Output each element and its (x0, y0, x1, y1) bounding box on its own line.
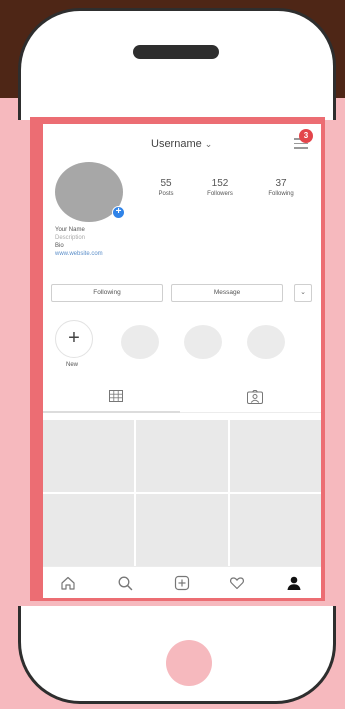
post-thumbnail[interactable] (43, 494, 135, 566)
post-thumbnail[interactable] (229, 494, 321, 566)
post-thumbnail[interactable] (229, 420, 321, 492)
story-highlight[interactable] (184, 325, 222, 359)
following-label: Following (268, 191, 294, 197)
following-button[interactable]: Following (51, 284, 163, 302)
post-thumbnail[interactable] (136, 494, 228, 566)
posts-count: 55 (160, 178, 172, 189)
profile-website-link[interactable]: www.website.com (55, 251, 103, 257)
active-tab-indicator (43, 411, 180, 413)
following-count: 37 (275, 178, 287, 189)
posts-stat[interactable]: 55 Posts (153, 178, 179, 197)
suggestions-dropdown-button[interactable]: ⌄ (294, 284, 312, 302)
tagged-photos-icon[interactable] (247, 390, 263, 404)
grid-icon[interactable] (109, 390, 123, 402)
new-highlight-label: New (66, 362, 79, 368)
profile-bio: Bio (55, 243, 64, 249)
add-story-icon[interactable]: + (112, 206, 125, 219)
username-label: Username (151, 138, 202, 150)
heart-icon[interactable] (229, 575, 245, 591)
profile-icon[interactable] (286, 575, 302, 591)
chevron-down-icon: ⌄ (204, 139, 213, 149)
followers-count: 152 (211, 178, 229, 189)
username-switcher[interactable]: Username ⌄ (151, 138, 212, 150)
profile-screen: Username ⌄ 3 + 55 Posts 152 Followers 37 … (43, 124, 321, 598)
bottom-nav (43, 566, 321, 598)
followers-stat[interactable]: 152 Followers (200, 178, 240, 197)
notification-badge[interactable]: 3 (299, 129, 313, 143)
posts-label: Posts (158, 191, 174, 197)
followers-label: Followers (207, 191, 233, 197)
search-icon[interactable] (117, 575, 133, 591)
following-stat[interactable]: 37 Following (261, 178, 301, 197)
profile-description: Description (55, 235, 86, 241)
phone-top-bezel (18, 8, 336, 120)
post-thumbnail[interactable] (136, 420, 228, 492)
story-highlight[interactable] (121, 325, 159, 359)
posts-grid (43, 420, 321, 566)
home-button[interactable] (166, 640, 212, 686)
story-highlight[interactable] (247, 325, 285, 359)
home-icon[interactable] (60, 575, 76, 591)
message-button[interactable]: Message (171, 284, 283, 302)
profile-name: Your Name (55, 227, 85, 233)
add-post-icon[interactable] (174, 575, 190, 591)
post-thumbnail[interactable] (43, 420, 135, 492)
new-highlight-button[interactable]: + (55, 320, 93, 358)
phone-speaker (133, 45, 219, 59)
